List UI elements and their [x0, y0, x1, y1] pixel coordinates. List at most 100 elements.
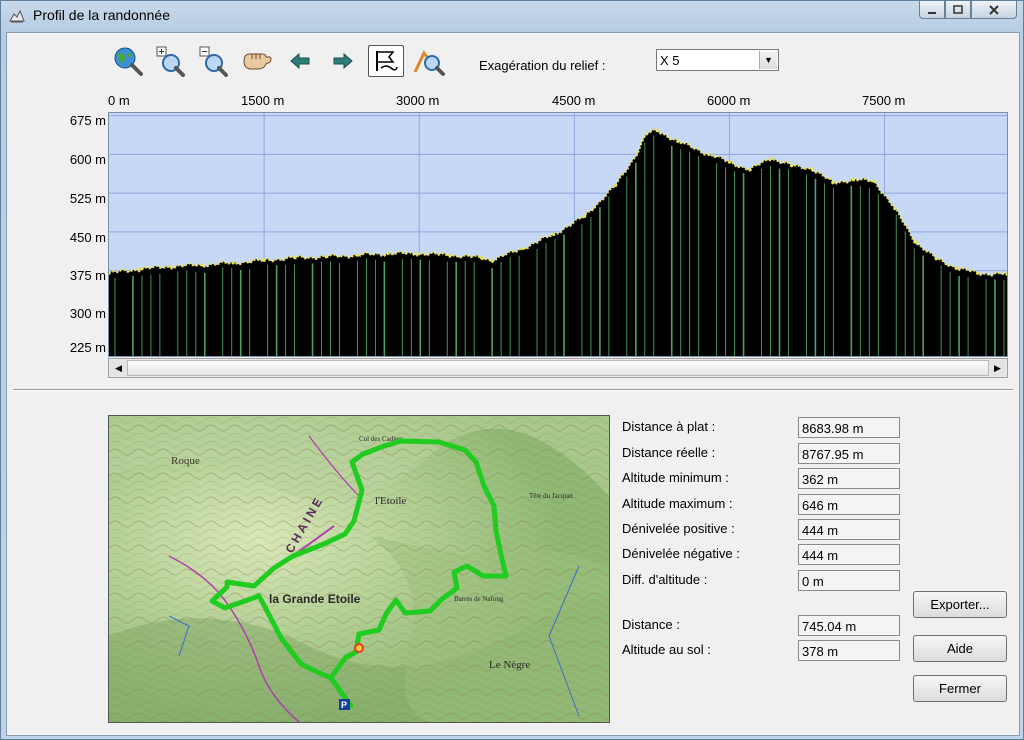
relief-exaggeration-select[interactable]: X 5 ▼: [656, 49, 779, 71]
close-window-button[interactable]: [971, 1, 1017, 19]
x-tick-label: 1500 m: [241, 93, 285, 108]
y-tick-label: 675 m: [69, 113, 106, 128]
profile-point: [262, 258, 266, 262]
profile-point: [769, 156, 773, 160]
stat-label: Diff. d'altitude :: [622, 572, 708, 587]
window-title: Profil de la randonnée: [33, 7, 170, 23]
globe-zoom-icon: [114, 47, 143, 76]
profile-zoom-button[interactable]: [411, 45, 447, 77]
map-label-roque: Roque: [171, 455, 200, 467]
arrow-left-icon: [290, 52, 310, 70]
toolbar: [110, 43, 454, 79]
profile-point: [810, 167, 814, 171]
x-tick-label: 4500 m: [552, 93, 596, 108]
profile-point: [138, 267, 142, 271]
map-label-parking: P: [341, 700, 347, 710]
zoom-in-button[interactable]: [153, 45, 189, 77]
profile-point: [789, 164, 794, 168]
stat-label: Altitude au sol :: [622, 642, 711, 657]
y-tick-label: 225 m: [69, 340, 106, 355]
profile-point: [976, 271, 980, 275]
stat-value-field: 745.04 m: [798, 615, 900, 636]
profile-point: [293, 256, 297, 260]
profile-point: [490, 258, 494, 262]
zoom-in-icon: [156, 46, 185, 77]
elevation-profile-svg: [109, 113, 1007, 356]
zoom-out-icon: [199, 46, 228, 77]
profile-point: [521, 246, 525, 251]
profile-point: [872, 179, 876, 183]
profile-point: [955, 266, 959, 270]
profile-point: [748, 168, 752, 172]
profile-point: [324, 255, 328, 259]
elevation-profile-chart[interactable]: [108, 112, 1008, 357]
profile-point: [583, 214, 587, 219]
flag-route-icon: [376, 51, 398, 71]
x-tick-label: 6000 m: [707, 93, 751, 108]
next-button[interactable]: [325, 45, 361, 77]
pan-hand-button[interactable]: [239, 45, 275, 77]
pan-hand-icon: [243, 53, 272, 70]
profile-point: [893, 207, 897, 211]
help-button[interactable]: Aide: [913, 635, 1007, 662]
profile-point: [552, 232, 556, 237]
globe-zoom-button[interactable]: [110, 45, 146, 77]
profile-point: [913, 240, 918, 244]
profile-point: [386, 252, 390, 256]
x-tick-label: 3000 m: [396, 93, 440, 108]
profile-point: [645, 132, 649, 136]
x-tick-label: 7500 m: [862, 93, 906, 108]
dropdown-arrow-icon[interactable]: ▼: [759, 51, 777, 69]
close-icon: [989, 4, 999, 15]
scroll-right-button[interactable]: ▶: [989, 360, 1006, 376]
stat-value-field: 0 m: [798, 570, 900, 591]
close-button[interactable]: Fermer: [913, 675, 1007, 702]
profile-window: Profil de la randonnée Exagération du re…: [0, 0, 1024, 740]
title-bar[interactable]: Profil de la randonnée: [1, 1, 1023, 31]
stat-label: Altitude maximum :: [622, 496, 733, 511]
arrow-right-icon: [333, 52, 353, 70]
y-tick-label: 375 m: [69, 268, 106, 283]
stat-value-field: 8767.95 m: [798, 443, 900, 464]
relief-label: Exagération du relief :: [479, 58, 606, 73]
scroll-left-button[interactable]: ◀: [110, 360, 127, 376]
relief-selected-value: X 5: [660, 53, 680, 68]
flag-route-button[interactable]: [368, 45, 404, 77]
profile-point: [707, 152, 711, 156]
stat-value-field: 378 m: [798, 640, 900, 661]
profile-point: [169, 264, 173, 269]
profile-point: [417, 252, 421, 256]
profile-point: [934, 257, 938, 261]
y-tick-label: 600 m: [69, 152, 106, 167]
profile-point: [231, 261, 235, 265]
maximize-button[interactable]: [945, 1, 971, 19]
profile-point: [831, 181, 835, 185]
map-label-negre: Le Nègre: [489, 659, 530, 671]
current-position-marker: [354, 643, 364, 653]
profile-app-icon: [9, 9, 25, 23]
profile-point: [200, 263, 204, 267]
stat-value-field: 362 m: [798, 468, 900, 489]
profile-point: [676, 139, 680, 144]
stat-value-field: 444 m: [798, 519, 900, 540]
map-label-barres: Barres de Nafong: [454, 595, 504, 603]
route-map[interactable]: Roque CHAINE l'Etoile la Grande Etoile C…: [108, 415, 610, 723]
profile-point: [448, 253, 452, 257]
profile-horizontal-scrollbar[interactable]: ◀ ▶: [108, 358, 1008, 378]
profile-point: [614, 183, 618, 187]
x-tick-label: 0 m: [108, 93, 130, 108]
stat-label: Distance réelle :: [622, 445, 716, 460]
profile-zoom-icon: [413, 50, 445, 76]
minimize-button[interactable]: [919, 1, 945, 19]
stat-label: Altitude minimum :: [622, 470, 729, 485]
profile-point: [479, 256, 483, 260]
stat-label: Distance à plat :: [622, 419, 716, 434]
zoom-out-button[interactable]: [196, 45, 232, 77]
scroll-thumb[interactable]: [127, 360, 989, 376]
export-button[interactable]: Exporter...: [913, 591, 1007, 618]
profile-point: [727, 160, 732, 164]
previous-button[interactable]: [282, 45, 318, 77]
y-tick-label: 450 m: [69, 230, 106, 245]
map-label-grande-etoile: la Grande Etoile: [269, 592, 361, 606]
map-label-etoile: l'Etoile: [375, 495, 406, 507]
